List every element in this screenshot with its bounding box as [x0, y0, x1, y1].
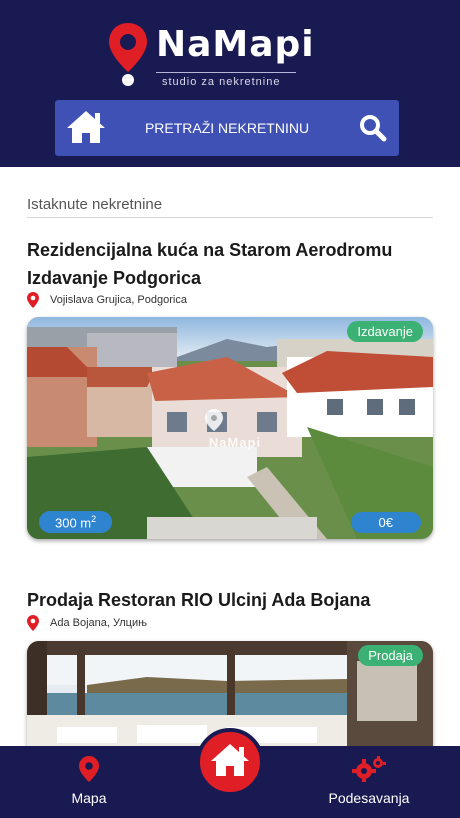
- listing-type-badge: Prodaja: [358, 645, 423, 666]
- watermark-text: NaMapi: [208, 435, 262, 450]
- watermark: NaMapi: [205, 409, 265, 450]
- area-unit-superscript: 2: [91, 513, 97, 524]
- logo: NaMapi studio za nekretnine: [108, 22, 314, 90]
- nav-map-label: Mapa: [71, 790, 107, 806]
- location-text: Vojislava Grujica, Podgorica: [50, 294, 187, 306]
- watermark-pin-icon: [205, 409, 223, 431]
- map-pin-icon: [79, 756, 99, 782]
- listing-title-line: Prodaja Restoran RIO Ulcinj Ada Bojana: [27, 590, 371, 610]
- area-value: 300 m: [55, 515, 92, 530]
- listing-card[interactable]: NaMapi Izdavanje 300 m2 0€: [27, 317, 433, 539]
- nav-map[interactable]: Mapa: [55, 756, 123, 806]
- app-header: NaMapi studio za nekretnine PRETRAŽI NEK…: [0, 0, 460, 167]
- price-badge: 0€: [350, 512, 421, 533]
- logo-name: NaMapi: [156, 24, 315, 65]
- logo-divider: [156, 72, 296, 73]
- listing-title-line: Izdavanje Podgorica: [27, 268, 202, 288]
- area-badge: 300 m2: [39, 510, 113, 533]
- search-button-label: PRETRAŽI NEKRETNINU: [144, 120, 310, 136]
- map-pin-icon: [27, 292, 39, 308]
- logo-subtitle: studio za nekretnine: [162, 76, 281, 88]
- listing-title[interactable]: Rezidencijalna kuća na Starom Aerodromu …: [27, 236, 437, 292]
- home-icon: [211, 744, 249, 776]
- home-button[interactable]: [196, 728, 264, 796]
- section-divider: [27, 217, 433, 218]
- nav-settings[interactable]: Podesavanja: [318, 756, 420, 806]
- logo-pin-icon: [109, 23, 147, 86]
- listing-type-badge: Izdavanje: [347, 321, 423, 342]
- location-text: Ada Bojana, Улцињ: [50, 617, 148, 629]
- map-pin-icon: [27, 615, 39, 631]
- nav-settings-label: Podesavanja: [328, 790, 410, 806]
- search-icon: [360, 115, 387, 142]
- section-title: Istaknute nekretnine: [27, 196, 163, 213]
- listing-title-line: Rezidencijalna kuća na Starom Aerodromu: [27, 240, 393, 260]
- search-property-button[interactable]: PRETRAŽI NEKRETNINU: [55, 100, 399, 156]
- listing-title[interactable]: Prodaja Restoran RIO Ulcinj Ada Bojana: [27, 586, 437, 614]
- gears-icon: [352, 756, 386, 782]
